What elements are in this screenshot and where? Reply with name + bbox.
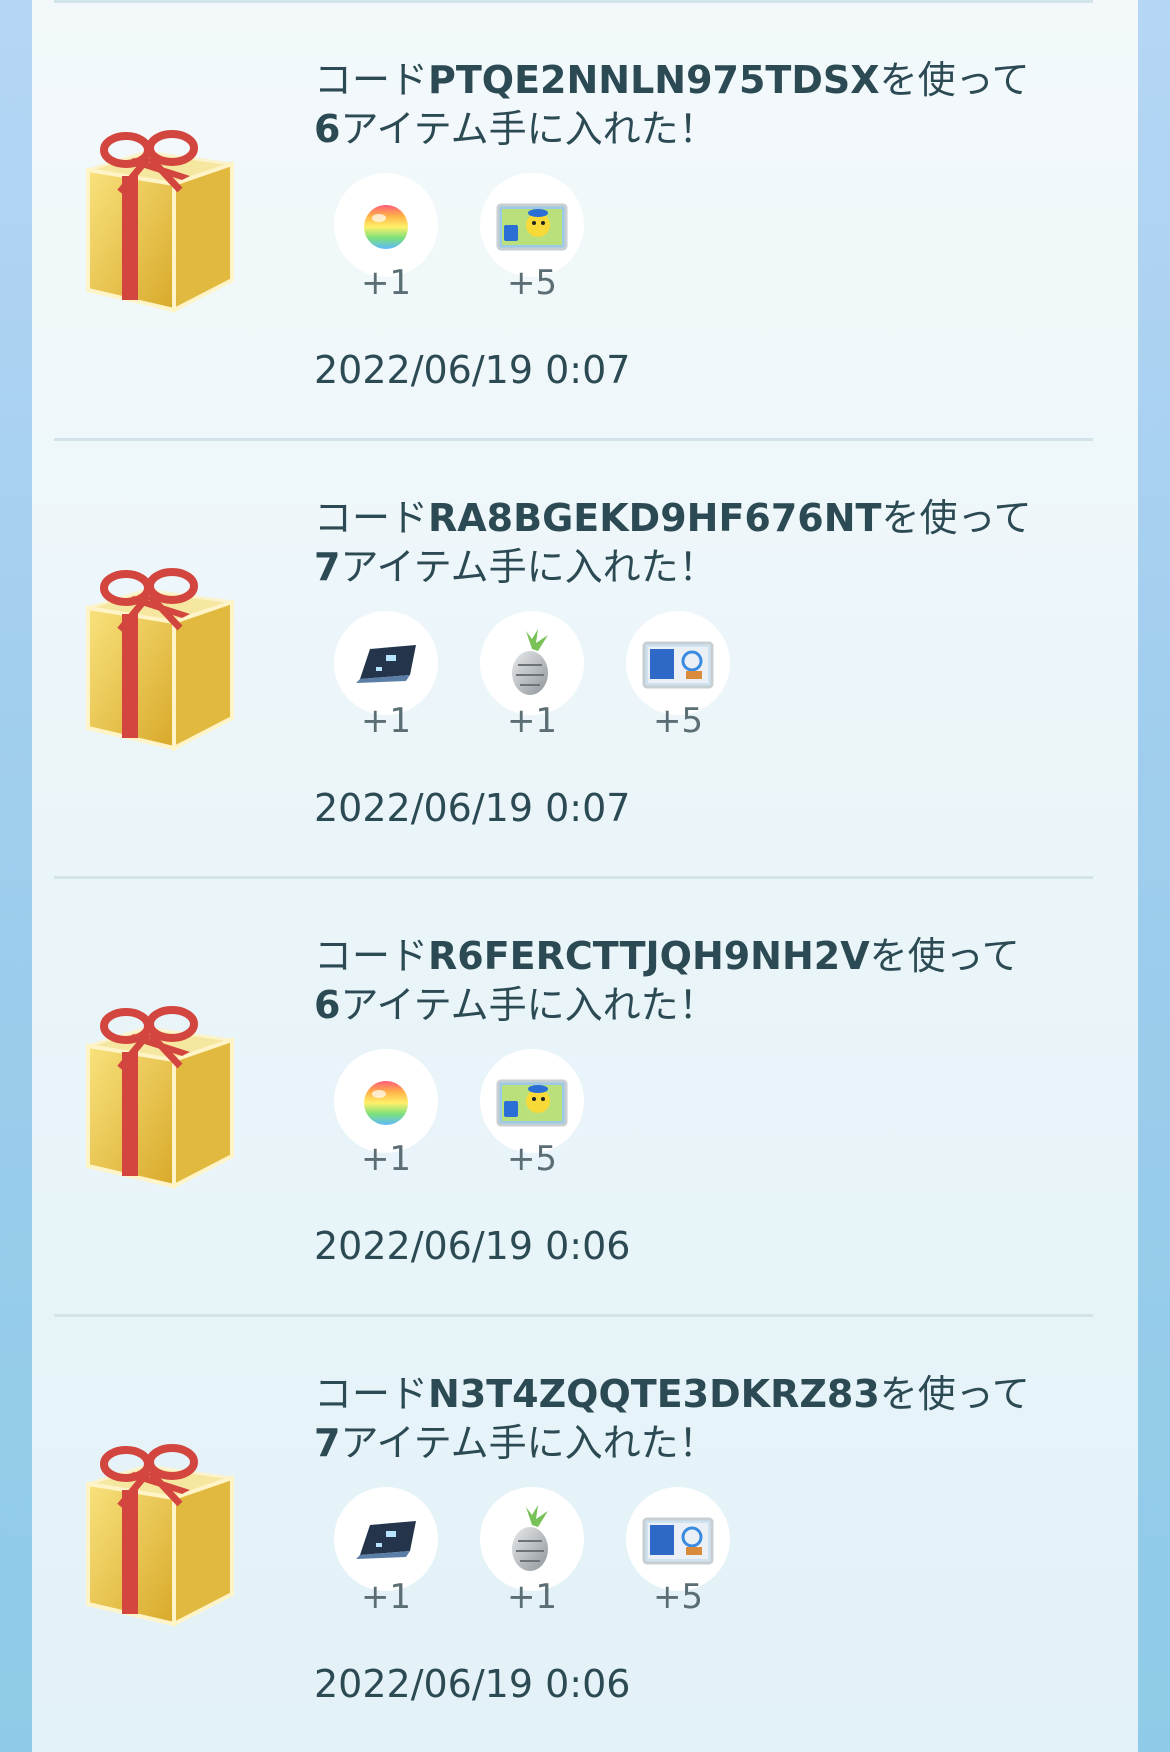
gift-box-icon <box>74 1444 244 1634</box>
redeemed-timestamp: 2022/06/19 0:06 <box>314 1662 631 1706</box>
reward-item: +5 <box>480 1049 584 1179</box>
gift-box-icon <box>74 1006 244 1196</box>
item-count: 7 <box>314 545 341 589</box>
reward-quantity: +5 <box>652 1577 704 1617</box>
item-count-suffix: アイテム手に入れた！ <box>340 1421 717 1465</box>
silver-pinap-berry-icon <box>480 1487 584 1591</box>
item-count: 7 <box>314 1421 341 1465</box>
item-count: 6 <box>314 983 341 1027</box>
reward-quantity: +1 <box>360 701 412 741</box>
code-prefix: コード <box>314 496 429 540</box>
reward-item: +1 <box>334 173 438 303</box>
reward-item: +1 <box>334 1049 438 1179</box>
rainbow-candy-icon <box>334 173 438 277</box>
redeem-message: コードN3T4ZQQTE3DKRZ83を使って 7アイテム手に入れた！ <box>314 1370 1094 1468</box>
item-count: 6 <box>314 107 341 151</box>
promo-code: RA8BGEKD9HF676NT <box>428 496 882 540</box>
reward-item: +1 <box>480 611 584 741</box>
map-scroll-icon <box>334 611 438 715</box>
item-count-suffix: アイテム手に入れた！ <box>340 983 717 1027</box>
redeem-message: コードRA8BGEKD9HF676NTを使って 7アイテム手に入れた！ <box>314 494 1094 592</box>
pikachu-sticker-icon <box>480 173 584 277</box>
divider <box>54 0 1093 3</box>
code-prefix: コード <box>314 58 429 102</box>
item-count-suffix: アイテム手に入れた！ <box>340 545 717 589</box>
redeemed-timestamp: 2022/06/19 0:07 <box>314 786 631 830</box>
reward-item: +5 <box>626 611 730 741</box>
redeemed-timestamp: 2022/06/19 0:07 <box>314 348 631 392</box>
pikachu-sticker-icon <box>480 1049 584 1153</box>
code-suffix: を使って <box>879 58 1030 102</box>
reward-quantity: +1 <box>360 263 412 303</box>
reward-quantity: +1 <box>360 1139 412 1179</box>
reward-item: +5 <box>626 1487 730 1617</box>
code-history-entry[interactable]: コードN3T4ZQQTE3DKRZ83を使って 7アイテム手に入れた！ +1 +1 +5… <box>0 1314 1170 1752</box>
code-suffix: を使って <box>869 934 1020 978</box>
redeem-message: コードR6FERCTTJQH9NH2Vを使って 6アイテム手に入れた！ <box>314 932 1094 1030</box>
code-suffix: を使って <box>879 1372 1030 1416</box>
code-history-entry[interactable]: コードPTQE2NNLN975TDSXを使って 6アイテム手に入れた！ +1 +5 20… <box>0 0 1170 438</box>
reward-item: +1 <box>334 1487 438 1617</box>
redeem-message: コードPTQE2NNLN975TDSXを使って 6アイテム手に入れた！ <box>314 56 1094 154</box>
gift-box-icon <box>74 130 244 320</box>
code-suffix: を使って <box>881 496 1032 540</box>
reward-item: +1 <box>480 1487 584 1617</box>
reward-quantity: +1 <box>506 1577 558 1617</box>
reward-item: +1 <box>334 611 438 741</box>
code-history-entry[interactable]: コードR6FERCTTJQH9NH2Vを使って 6アイテム手に入れた！ +1 +5 20… <box>0 876 1170 1314</box>
code-prefix: コード <box>314 934 429 978</box>
promo-code: R6FERCTTJQH9NH2V <box>428 934 870 978</box>
silver-pinap-berry-icon <box>480 611 584 715</box>
code-history-entry[interactable]: コードRA8BGEKD9HF676NTを使って 7アイテム手に入れた！ +1 +1 +5… <box>0 438 1170 876</box>
reward-quantity: +5 <box>652 701 704 741</box>
blue-sticker-icon <box>626 1487 730 1591</box>
item-count-suffix: アイテム手に入れた！ <box>340 107 717 151</box>
reward-quantity: +1 <box>506 701 558 741</box>
gift-box-icon <box>74 568 244 758</box>
promo-code: PTQE2NNLN975TDSX <box>428 58 880 102</box>
reward-quantity: +5 <box>506 263 558 303</box>
reward-item: +5 <box>480 173 584 303</box>
rainbow-candy-icon <box>334 1049 438 1153</box>
reward-quantity: +5 <box>506 1139 558 1179</box>
promo-code: N3T4ZQQTE3DKRZ83 <box>428 1372 880 1416</box>
map-scroll-icon <box>334 1487 438 1591</box>
redeemed-timestamp: 2022/06/19 0:06 <box>314 1224 631 1268</box>
reward-quantity: +1 <box>360 1577 412 1617</box>
blue-sticker-icon <box>626 611 730 715</box>
code-prefix: コード <box>314 1372 429 1416</box>
